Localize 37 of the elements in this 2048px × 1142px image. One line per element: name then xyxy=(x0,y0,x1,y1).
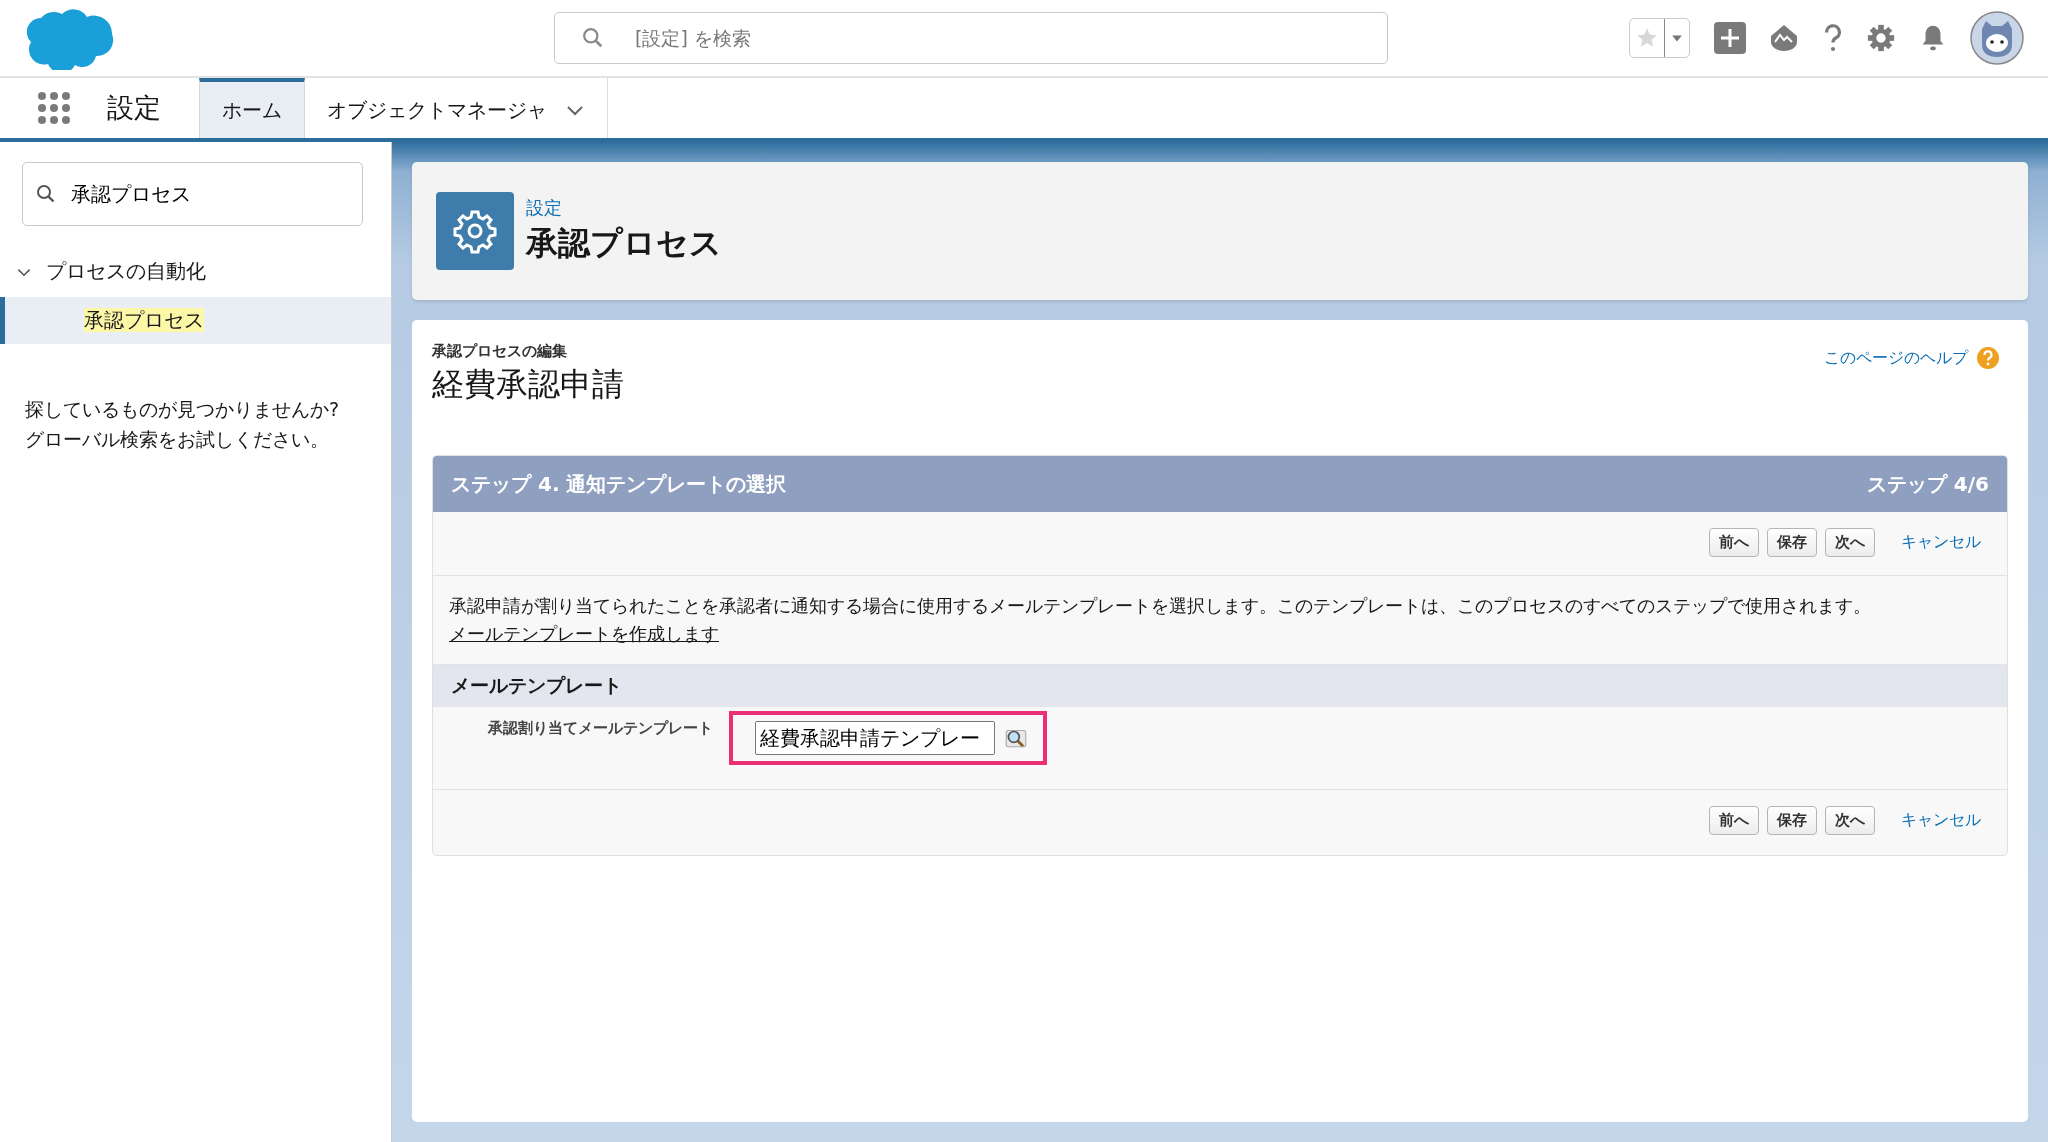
nav-tab[interactable]: オブジェクトマネージャ xyxy=(305,78,607,138)
step-counter: ステップ 4/6 xyxy=(1866,470,1989,498)
create-template-link[interactable]: メールテンプレートを作成します xyxy=(449,623,719,644)
settings-icon[interactable] xyxy=(1866,23,1896,53)
help-text: 探しているものが見つかりませんか? xyxy=(25,397,341,422)
help-icon[interactable] xyxy=(1822,23,1844,53)
step-button[interactable]: 前へ xyxy=(1709,806,1759,835)
app-name: 設定 xyxy=(107,91,161,125)
help-text: グローバル検索をお試しください。 xyxy=(25,427,330,452)
step-button[interactable]: 保存 xyxy=(1767,528,1817,557)
breadcrumb-link[interactable]: 設定 xyxy=(526,196,722,220)
section-header: メールテンプレート xyxy=(433,665,2007,707)
mountain-icon[interactable] xyxy=(1768,22,1800,54)
page-title: 承認プロセス xyxy=(526,223,722,264)
tree-item[interactable]: プロセスの自動化 xyxy=(0,252,391,291)
search-field[interactable]: [設定] を検索 xyxy=(554,12,1388,64)
step-title: ステップ 4. 通知テンプレートの選択 xyxy=(451,470,787,498)
step-button[interactable]: 次へ xyxy=(1825,528,1875,557)
template-input-field[interactable]: 経費承認申請テンプレー xyxy=(755,721,995,755)
app-launcher-icon[interactable] xyxy=(36,90,72,126)
page-subtitle: 承認プロセスの編集 xyxy=(432,342,568,361)
tree-item[interactable]: 承認プロセス xyxy=(0,297,391,344)
nav-tab[interactable]: ホーム xyxy=(199,78,305,138)
help-link[interactable]: このページのヘルプ xyxy=(1824,347,1968,369)
quick-find-field[interactable]: 承認プロセス xyxy=(22,162,363,226)
cancel-link[interactable]: キャンセル xyxy=(1901,532,1981,553)
step-button[interactable]: 次へ xyxy=(1825,806,1875,835)
step-button[interactable]: 前へ xyxy=(1709,528,1759,557)
add-icon[interactable] xyxy=(1714,22,1746,54)
avatar-icon[interactable] xyxy=(1970,11,2024,65)
help-icon[interactable] xyxy=(1976,346,2000,370)
cancel-link[interactable]: キャンセル xyxy=(1901,810,1981,831)
step-button[interactable]: 保存 xyxy=(1767,806,1817,835)
gear-icon xyxy=(436,192,514,270)
field-label: 承認割り当てメールテンプレート xyxy=(487,718,713,738)
description-text: 承認申請が割り当てられたことを承認者に通知する場合に使用するメールテンプレートを選択します。このテンプレートは、このプロセスのすべてのステップで使用されます。 xyxy=(449,594,1872,618)
record-title: 経費承認申請 xyxy=(432,364,624,405)
